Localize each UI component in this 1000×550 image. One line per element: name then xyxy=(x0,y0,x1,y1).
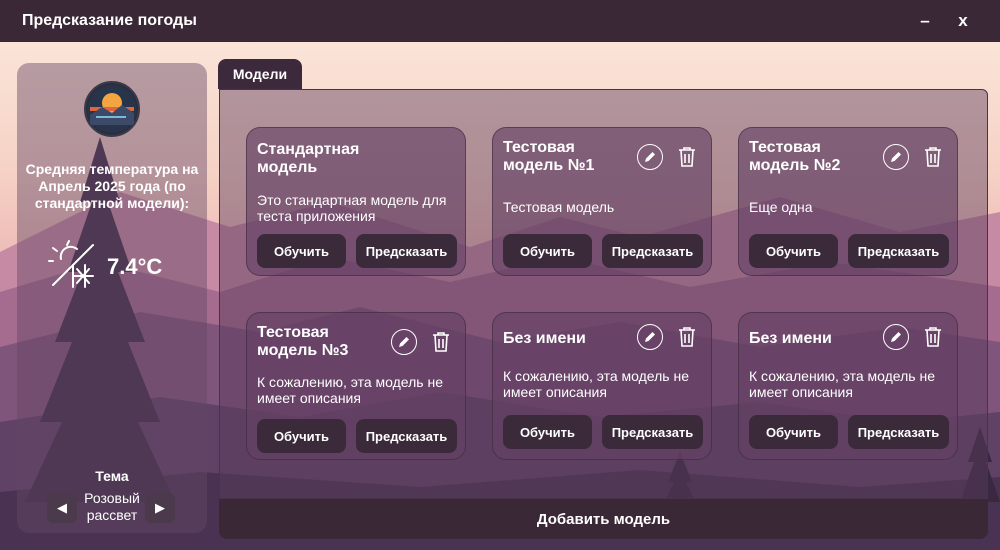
pencil-icon[interactable] xyxy=(391,329,417,355)
model-card: Без имени К сожалению, эта модель не име… xyxy=(492,312,712,460)
train-button[interactable]: Обучить xyxy=(749,415,838,449)
train-button[interactable]: Обучить xyxy=(749,234,838,268)
arrow-left-icon: ◀ xyxy=(57,500,67,516)
predict-button[interactable]: Предсказать xyxy=(602,415,703,449)
window-title: Предсказание погоды xyxy=(22,12,197,29)
model-description: Еще одна xyxy=(749,199,813,215)
theme-name: Розовый рассвет xyxy=(84,490,140,523)
trash-icon[interactable] xyxy=(430,330,452,354)
train-button[interactable]: Обучить xyxy=(257,234,346,268)
model-title: Тестовая модель №2 xyxy=(749,139,841,174)
tab-models[interactable]: Модели xyxy=(218,59,302,89)
trash-icon[interactable] xyxy=(676,325,698,349)
model-description: К сожалению, эта модель не имеет описани… xyxy=(503,368,689,400)
app-logo xyxy=(84,81,140,137)
pencil-icon[interactable] xyxy=(637,324,663,350)
model-title: Без имени xyxy=(749,330,832,347)
train-button[interactable]: Обучить xyxy=(503,234,592,268)
close-button[interactable]: x xyxy=(944,0,982,42)
sidebar: Средняя температура на Апрель 2025 года … xyxy=(17,63,207,533)
theme-label: Тема xyxy=(95,468,129,484)
predict-button[interactable]: Предсказать xyxy=(356,234,457,268)
snowflake-sun-icon xyxy=(47,239,99,295)
model-title: Тестовая модель №1 xyxy=(503,139,595,174)
pencil-icon[interactable] xyxy=(883,324,909,350)
model-title: Стандартная модель xyxy=(257,141,360,176)
train-button[interactable]: Обучить xyxy=(503,415,592,449)
model-description: К сожалению, эта модель не имеет описани… xyxy=(749,368,935,400)
predict-button[interactable]: Предсказать xyxy=(602,234,703,268)
add-model-button[interactable]: Добавить модель xyxy=(219,499,988,539)
trash-icon[interactable] xyxy=(676,145,698,169)
temperature-value: 7.4°C xyxy=(107,254,163,279)
trash-icon[interactable] xyxy=(922,325,944,349)
title-bar: Предсказание погоды – x xyxy=(0,0,1000,42)
model-description: Тестовая модель xyxy=(503,199,615,215)
model-card: Тестовая модель №2 Еще одна Обучить Пред… xyxy=(738,127,958,276)
model-title: Тестовая модель №3 xyxy=(257,324,349,359)
model-card: Стандартная модель Это стандартная модел… xyxy=(246,127,466,276)
model-card: Тестовая модель №3 К сожалению, эта моде… xyxy=(246,312,466,460)
model-card: Тестовая модель №1 Тестовая модель Обучи… xyxy=(492,127,712,276)
model-card: Без имени К сожалению, эта модель не име… xyxy=(738,312,958,460)
predict-button[interactable]: Предсказать xyxy=(848,234,949,268)
arrow-right-icon: ▶ xyxy=(155,500,165,516)
predict-button[interactable]: Предсказать xyxy=(848,415,949,449)
temperature-display: 7.4°C xyxy=(47,239,162,295)
pencil-icon[interactable] xyxy=(883,144,909,170)
model-description: К сожалению, эта модель не имеет описани… xyxy=(257,374,443,406)
pencil-icon[interactable] xyxy=(637,144,663,170)
train-button[interactable]: Обучить xyxy=(257,419,346,453)
predict-button[interactable]: Предсказать xyxy=(356,419,457,453)
minimize-button[interactable]: – xyxy=(906,0,944,42)
model-title: Без имени xyxy=(503,330,586,347)
theme-next-button[interactable]: ▶ xyxy=(145,493,175,523)
trash-icon[interactable] xyxy=(922,145,944,169)
model-description: Это стандартная модель для теста приложе… xyxy=(257,192,447,224)
avg-temp-label: Средняя температура на Апрель 2025 года … xyxy=(25,161,199,211)
